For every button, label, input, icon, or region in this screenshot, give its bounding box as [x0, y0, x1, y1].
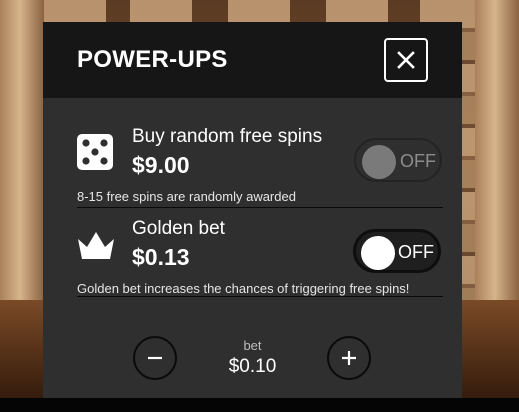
- minus-icon: [148, 356, 162, 360]
- divider: [77, 207, 443, 208]
- powerup-golden-bet: Golden bet $0.13 OFF Golden bet increase…: [77, 214, 443, 304]
- toggle-knob: [361, 236, 395, 270]
- powerup-price: $0.13: [132, 244, 190, 270]
- toggle-knob: [362, 145, 396, 179]
- modal-title: POWER-UPS: [77, 46, 228, 73]
- powerup-name: Buy random free spins: [132, 126, 323, 147]
- buy-free-spins-toggle[interactable]: OFF: [354, 138, 442, 182]
- toggle-label: OFF: [400, 151, 436, 171]
- right-pillar: [475, 0, 519, 320]
- left-pillar: [0, 0, 44, 320]
- golden-bet-toggle[interactable]: OFF: [353, 229, 441, 273]
- bet-value: $0.10: [228, 356, 277, 377]
- close-button[interactable]: [384, 38, 428, 82]
- dice-icon: [77, 134, 113, 170]
- powerup-name: Golden bet: [132, 218, 225, 239]
- toggle-label: OFF: [398, 242, 434, 262]
- bottom-bar: [0, 398, 519, 412]
- crown-icon: [78, 232, 114, 259]
- modal-header: POWER-UPS: [43, 22, 462, 98]
- powerup-price: $9.00: [132, 152, 190, 178]
- powerup-description: Golden bet increases the chances of trig…: [77, 281, 410, 296]
- decrease-bet-button[interactable]: [133, 336, 177, 380]
- power-ups-modal: POWER-UPS Buy random free spins $9.00 OF…: [43, 22, 462, 398]
- bet-label: bet: [243, 338, 262, 353]
- divider: [77, 296, 443, 297]
- powerup-buy-free-spins: Buy random free spins $9.00 OFF 8-15 fre…: [77, 122, 443, 212]
- close-icon: [397, 51, 415, 69]
- plus-icon: [342, 351, 356, 365]
- powerup-description: 8-15 free spins are randomly awarded: [77, 189, 296, 204]
- increase-bet-button[interactable]: [327, 336, 371, 380]
